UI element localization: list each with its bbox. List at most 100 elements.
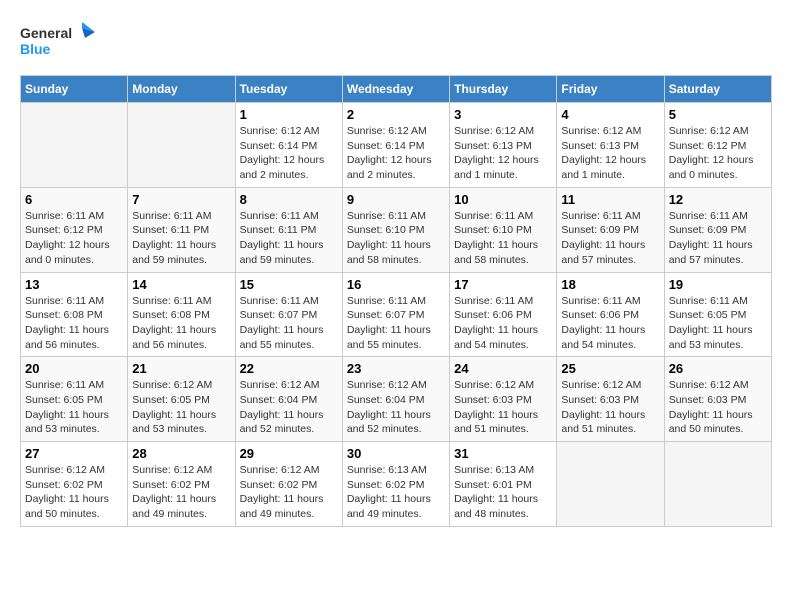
weekday-header: Saturday — [664, 76, 771, 103]
calendar-week-row: 6 Sunrise: 6:11 AMSunset: 6:12 PMDaylight… — [21, 187, 772, 272]
day-number: 9 — [347, 192, 445, 207]
day-detail: Sunrise: 6:12 AMSunset: 6:14 PMDaylight:… — [240, 124, 338, 183]
calendar-cell: 22 Sunrise: 6:12 AMSunset: 6:04 PMDayligh… — [235, 357, 342, 442]
calendar-cell — [557, 442, 664, 527]
calendar-cell: 30 Sunrise: 6:13 AMSunset: 6:02 PMDayligh… — [342, 442, 449, 527]
day-number: 22 — [240, 361, 338, 376]
day-detail: Sunrise: 6:12 AMSunset: 6:05 PMDaylight:… — [132, 378, 230, 437]
calendar-cell: 16Sunrise: 6:11 AMSunset: 6:07 PMDayligh… — [342, 272, 449, 357]
svg-text:General: General — [20, 25, 72, 41]
day-detail: Sunrise: 6:12 AMSunset: 6:02 PMDaylight:… — [240, 463, 338, 522]
day-number: 13 — [25, 277, 123, 292]
day-number: 28 — [132, 446, 230, 461]
calendar-cell: 2Sunrise: 6:12 AMSunset: 6:14 PMDaylight… — [342, 103, 449, 188]
calendar-cell: 14Sunrise: 6:11 AMSunset: 6:08 PMDayligh… — [128, 272, 235, 357]
day-number: 21 — [132, 361, 230, 376]
day-number: 27 — [25, 446, 123, 461]
calendar-week-row: 20 Sunrise: 6:11 AMSunset: 6:05 PMDayligh… — [21, 357, 772, 442]
weekday-header: Wednesday — [342, 76, 449, 103]
day-detail: Sunrise: 6:12 AMSunset: 6:03 PMDaylight:… — [561, 378, 659, 437]
calendar-cell: 8 Sunrise: 6:11 AMSunset: 6:11 PMDaylight… — [235, 187, 342, 272]
day-detail: Sunrise: 6:11 AMSunset: 6:06 PMDaylight:… — [454, 294, 552, 353]
day-number: 10 — [454, 192, 552, 207]
logo-svg: GeneralBlue — [20, 20, 100, 65]
calendar-cell: 19Sunrise: 6:11 AMSunset: 6:05 PMDayligh… — [664, 272, 771, 357]
day-detail: Sunrise: 6:11 AMSunset: 6:12 PMDaylight:… — [25, 209, 123, 268]
calendar-cell: 11 Sunrise: 6:11 AMSunset: 6:09 PMDayligh… — [557, 187, 664, 272]
calendar-week-row: 27 Sunrise: 6:12 AMSunset: 6:02 PMDayligh… — [21, 442, 772, 527]
calendar-cell: 23Sunrise: 6:12 AMSunset: 6:04 PMDayligh… — [342, 357, 449, 442]
day-detail: Sunrise: 6:11 AMSunset: 6:08 PMDaylight:… — [25, 294, 123, 353]
day-detail: Sunrise: 6:11 AMSunset: 6:10 PMDaylight:… — [454, 209, 552, 268]
calendar-cell: 7 Sunrise: 6:11 AMSunset: 6:11 PMDaylight… — [128, 187, 235, 272]
calendar-cell: 15Sunrise: 6:11 AMSunset: 6:07 PMDayligh… — [235, 272, 342, 357]
day-detail: Sunrise: 6:11 AMSunset: 6:07 PMDaylight:… — [347, 294, 445, 353]
calendar-header-row: SundayMondayTuesdayWednesdayThursdayFrid… — [21, 76, 772, 103]
calendar-cell: 31Sunrise: 6:13 AMSunset: 6:01 PMDayligh… — [450, 442, 557, 527]
day-number: 24 — [454, 361, 552, 376]
calendar-cell: 25 Sunrise: 6:12 AMSunset: 6:03 PMDayligh… — [557, 357, 664, 442]
calendar-cell: 27 Sunrise: 6:12 AMSunset: 6:02 PMDayligh… — [21, 442, 128, 527]
logo: GeneralBlue — [20, 20, 100, 65]
page-header: GeneralBlue — [20, 20, 772, 65]
day-number: 29 — [240, 446, 338, 461]
day-number: 17 — [454, 277, 552, 292]
day-detail: Sunrise: 6:11 AMSunset: 6:10 PMDaylight:… — [347, 209, 445, 268]
day-detail: Sunrise: 6:12 AMSunset: 6:13 PMDaylight:… — [561, 124, 659, 183]
day-number: 15 — [240, 277, 338, 292]
calendar-cell: 10 Sunrise: 6:11 AMSunset: 6:10 PMDayligh… — [450, 187, 557, 272]
day-detail: Sunrise: 6:11 AMSunset: 6:06 PMDaylight:… — [561, 294, 659, 353]
calendar-cell: 21 Sunrise: 6:12 AMSunset: 6:05 PMDayligh… — [128, 357, 235, 442]
day-detail: Sunrise: 6:12 AMSunset: 6:12 PMDaylight:… — [669, 124, 767, 183]
day-detail: Sunrise: 6:13 AMSunset: 6:02 PMDaylight:… — [347, 463, 445, 522]
calendar-cell: 6 Sunrise: 6:11 AMSunset: 6:12 PMDaylight… — [21, 187, 128, 272]
calendar-week-row: 13 Sunrise: 6:11 AMSunset: 6:08 PMDayligh… — [21, 272, 772, 357]
calendar-cell — [21, 103, 128, 188]
calendar-table: SundayMondayTuesdayWednesdayThursdayFrid… — [20, 75, 772, 527]
day-number: 8 — [240, 192, 338, 207]
calendar-week-row: 1 Sunrise: 6:12 AMSunset: 6:14 PMDaylight… — [21, 103, 772, 188]
calendar-cell: 12Sunrise: 6:11 AMSunset: 6:09 PMDayligh… — [664, 187, 771, 272]
day-number: 3 — [454, 107, 552, 122]
calendar-cell — [128, 103, 235, 188]
day-number: 11 — [561, 192, 659, 207]
day-number: 31 — [454, 446, 552, 461]
day-detail: Sunrise: 6:11 AMSunset: 6:05 PMDaylight:… — [669, 294, 767, 353]
day-detail: Sunrise: 6:11 AMSunset: 6:11 PMDaylight:… — [132, 209, 230, 268]
day-detail: Sunrise: 6:11 AMSunset: 6:09 PMDaylight:… — [561, 209, 659, 268]
day-detail: Sunrise: 6:12 AMSunset: 6:02 PMDaylight:… — [25, 463, 123, 522]
day-number: 30 — [347, 446, 445, 461]
calendar-cell: 5 Sunrise: 6:12 AMSunset: 6:12 PMDaylight… — [664, 103, 771, 188]
day-number: 25 — [561, 361, 659, 376]
day-number: 4 — [561, 107, 659, 122]
calendar-cell: 26 Sunrise: 6:12 AMSunset: 6:03 PMDayligh… — [664, 357, 771, 442]
day-number: 6 — [25, 192, 123, 207]
day-detail: Sunrise: 6:12 AMSunset: 6:03 PMDaylight:… — [669, 378, 767, 437]
day-detail: Sunrise: 6:12 AMSunset: 6:04 PMDaylight:… — [347, 378, 445, 437]
calendar-cell: 24 Sunrise: 6:12 AMSunset: 6:03 PMDayligh… — [450, 357, 557, 442]
weekday-header: Sunday — [21, 76, 128, 103]
calendar-cell: 9 Sunrise: 6:11 AMSunset: 6:10 PMDaylight… — [342, 187, 449, 272]
calendar-cell: 20 Sunrise: 6:11 AMSunset: 6:05 PMDayligh… — [21, 357, 128, 442]
calendar-cell: 18Sunrise: 6:11 AMSunset: 6:06 PMDayligh… — [557, 272, 664, 357]
day-number: 2 — [347, 107, 445, 122]
calendar-cell — [664, 442, 771, 527]
svg-text:Blue: Blue — [20, 41, 51, 57]
day-detail: Sunrise: 6:11 AMSunset: 6:11 PMDaylight:… — [240, 209, 338, 268]
day-number: 5 — [669, 107, 767, 122]
calendar-cell: 28Sunrise: 6:12 AMSunset: 6:02 PMDayligh… — [128, 442, 235, 527]
day-detail: Sunrise: 6:11 AMSunset: 6:05 PMDaylight:… — [25, 378, 123, 437]
day-detail: Sunrise: 6:12 AMSunset: 6:04 PMDaylight:… — [240, 378, 338, 437]
weekday-header: Tuesday — [235, 76, 342, 103]
calendar-cell: 17 Sunrise: 6:11 AMSunset: 6:06 PMDayligh… — [450, 272, 557, 357]
day-number: 7 — [132, 192, 230, 207]
day-number: 26 — [669, 361, 767, 376]
calendar-cell: 13 Sunrise: 6:11 AMSunset: 6:08 PMDayligh… — [21, 272, 128, 357]
calendar-cell: 3 Sunrise: 6:12 AMSunset: 6:13 PMDaylight… — [450, 103, 557, 188]
day-number: 20 — [25, 361, 123, 376]
weekday-header: Friday — [557, 76, 664, 103]
day-detail: Sunrise: 6:12 AMSunset: 6:13 PMDaylight:… — [454, 124, 552, 183]
day-number: 1 — [240, 107, 338, 122]
weekday-header: Thursday — [450, 76, 557, 103]
day-detail: Sunrise: 6:12 AMSunset: 6:03 PMDaylight:… — [454, 378, 552, 437]
